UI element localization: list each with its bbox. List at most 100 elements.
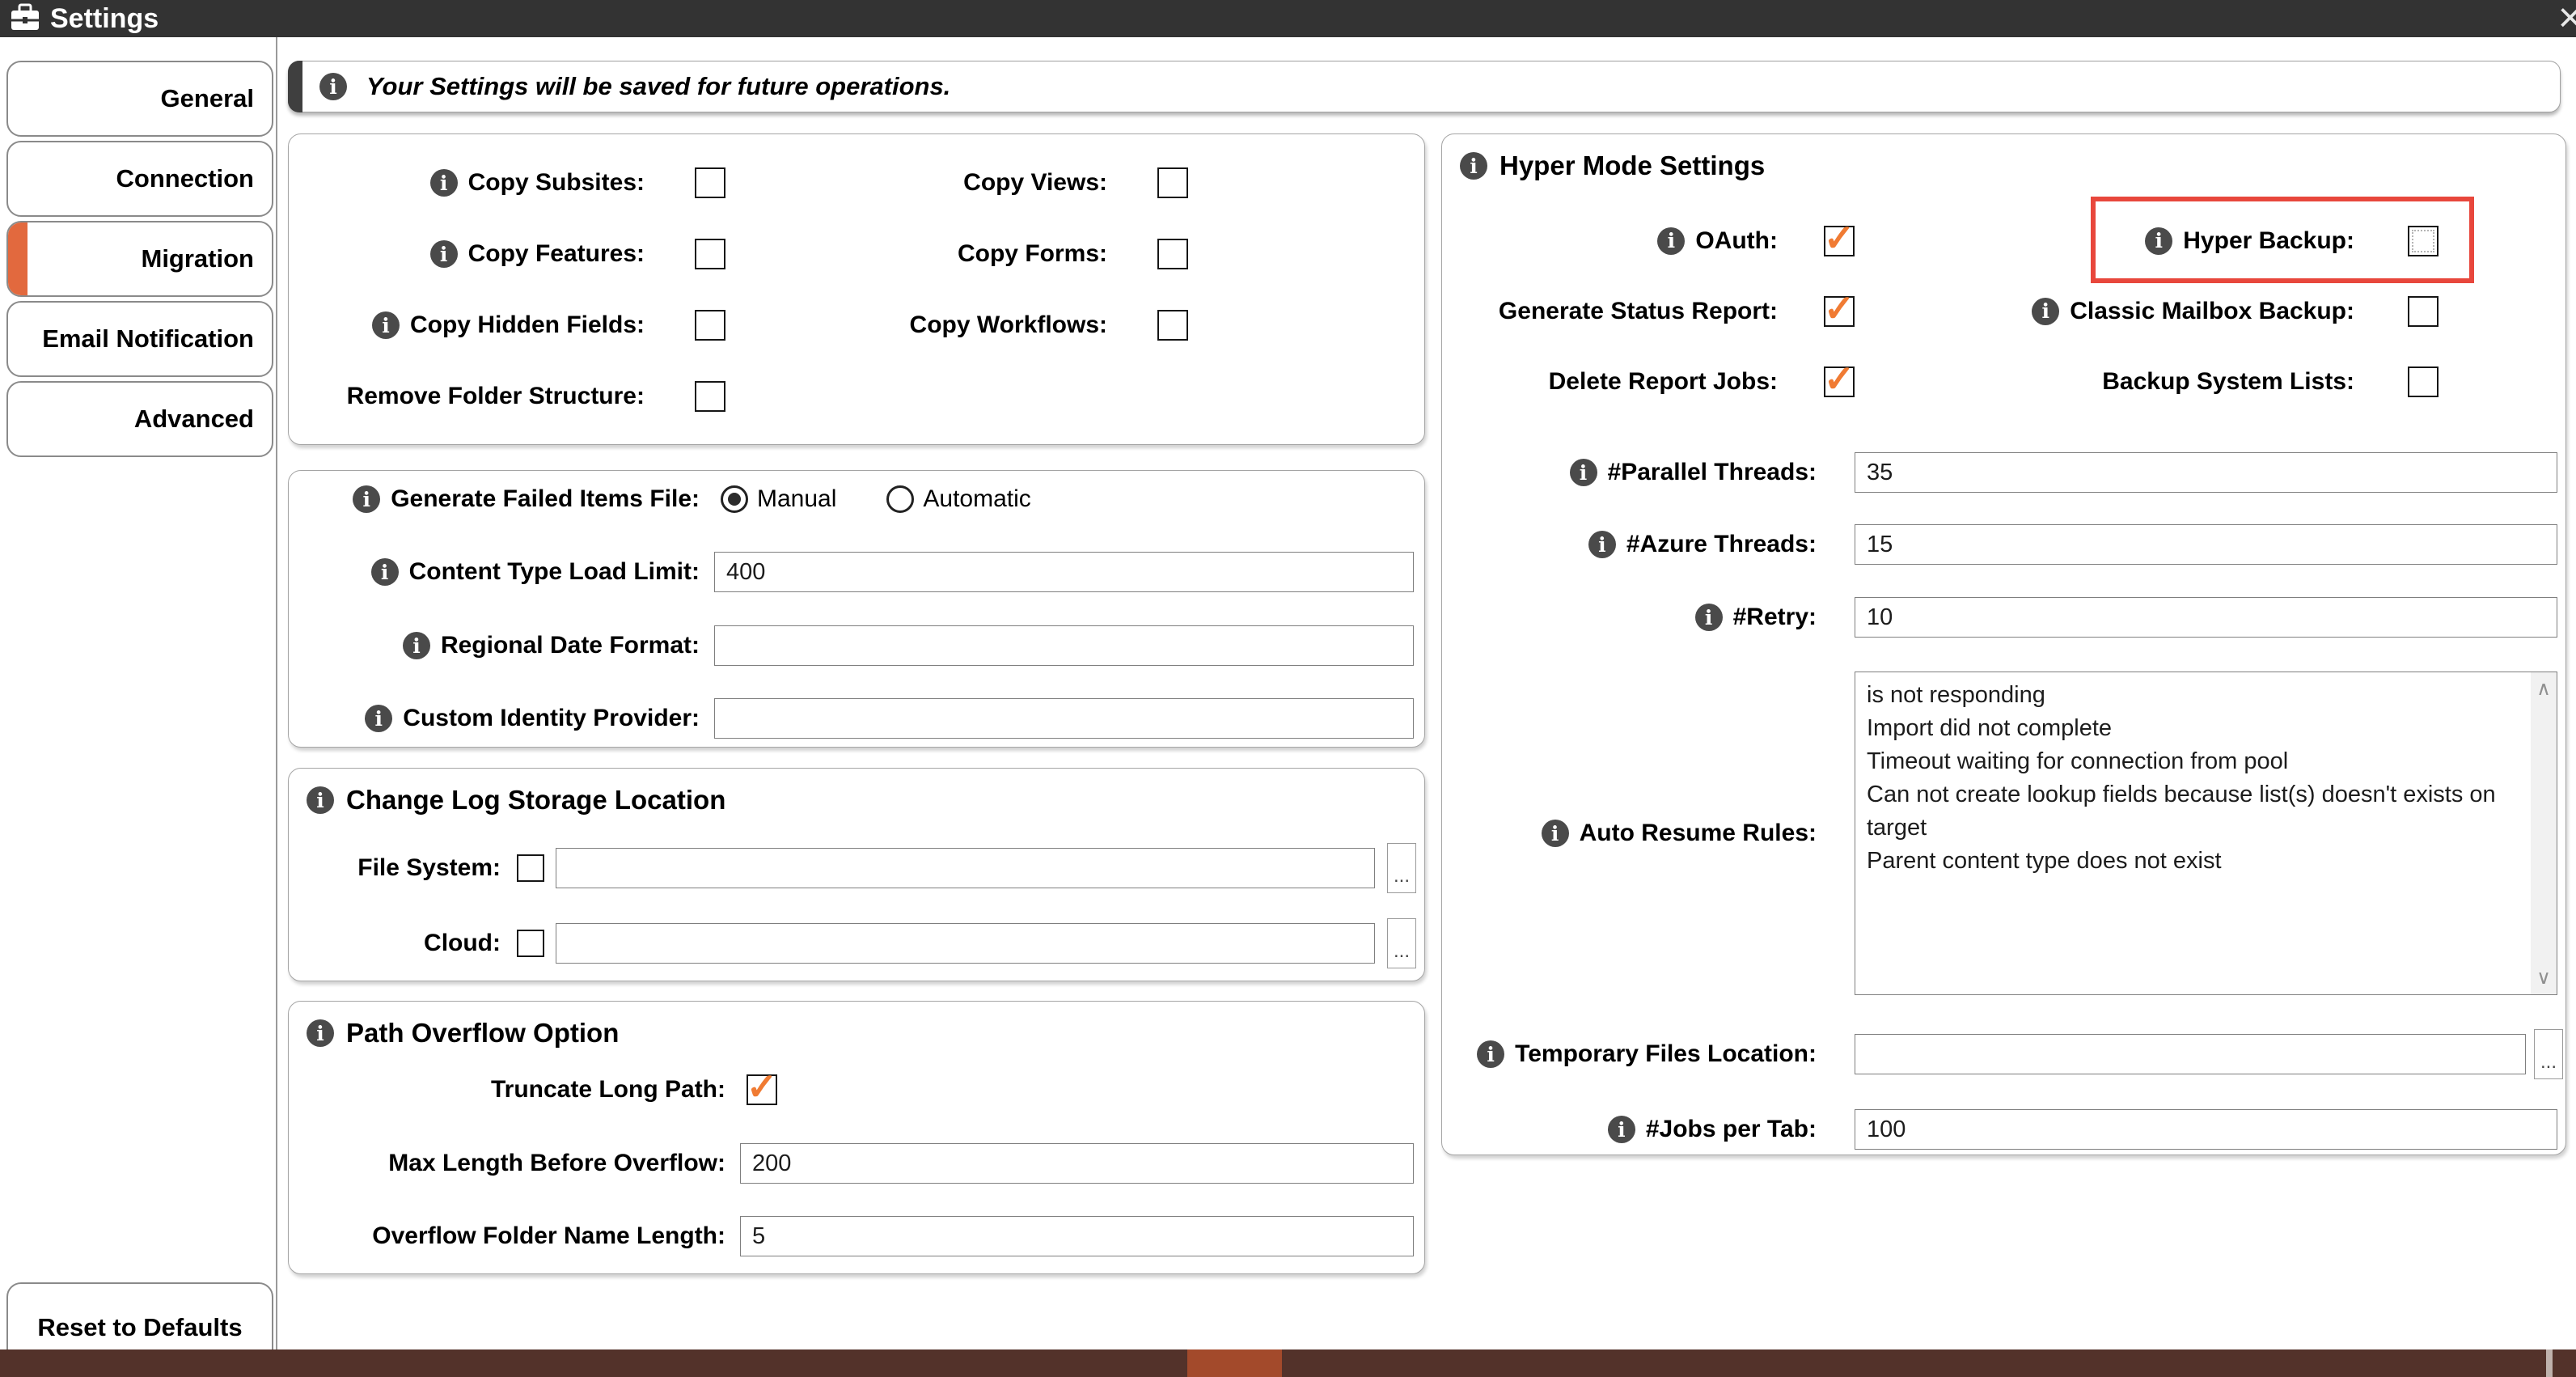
info-icon: i (365, 705, 392, 732)
tab-label: General (161, 84, 254, 113)
azure-threads-input[interactable] (1855, 524, 2557, 565)
change-log-panel: iChange Log Storage Location File System… (288, 768, 1425, 981)
info-icon: i (353, 485, 380, 513)
tab-label: Connection (116, 164, 255, 193)
retry-label: i#Retry: (1442, 604, 1817, 631)
temporary-files-location-input[interactable] (1855, 1034, 2526, 1074)
info-icon: i (1542, 820, 1569, 847)
copy-features-checkbox[interactable] (695, 239, 725, 269)
copy-workflows-label: Copy Workflows: (910, 311, 1107, 339)
sidebar-divider (276, 37, 277, 1349)
path-overflow-panel: iPath Overflow Option Truncate Long Path… (288, 1001, 1425, 1274)
titlebar: Settings × (0, 0, 2576, 37)
info-icon: i (430, 169, 458, 197)
azure-threads-label: i#Azure Threads: (1442, 531, 1817, 558)
info-icon: i (2145, 227, 2172, 255)
auto-resume-rules-textarea[interactable]: is not responding Import did not complet… (1855, 672, 2557, 995)
copy-workflows-checkbox[interactable] (1157, 310, 1188, 341)
file-system-browse-button[interactable]: ... (1387, 843, 1416, 893)
custom-identity-provider-input[interactable] (714, 698, 1414, 739)
info-icon: i (1570, 459, 1597, 486)
copy-hidden-fields-checkbox[interactable] (695, 310, 725, 341)
info-icon: i (371, 558, 399, 586)
info-icon: i (403, 632, 430, 659)
overflow-folder-name-length-input[interactable] (740, 1216, 1414, 1256)
hyper-backup-label: iHyper Backup: (2145, 227, 2354, 255)
info-icon: i (372, 311, 400, 339)
delete-report-jobs-label: Delete Report Jobs: (1549, 368, 1778, 396)
temporary-files-browse-button[interactable]: ... (2534, 1029, 2563, 1079)
custom-identity-provider-label: iCustom Identity Provider: (289, 705, 700, 732)
automatic-radio[interactable] (886, 485, 914, 513)
info-icon: i (430, 240, 458, 268)
hyper-mode-title: iHyper Mode Settings (1460, 150, 1765, 181)
jobs-per-tab-label: i#Jobs per Tab: (1442, 1116, 1817, 1143)
truncate-long-path-checkbox[interactable]: ✓ (747, 1074, 777, 1105)
copy-forms-checkbox[interactable] (1157, 239, 1188, 269)
retry-input[interactable] (1855, 597, 2557, 638)
regional-date-format-input[interactable] (714, 625, 1414, 666)
hyper-mode-panel: iHyper Mode Settings iOAuth: ✓ iHyper Bac… (1441, 133, 2566, 1155)
info-icon: i (1608, 1116, 1635, 1143)
check-mark: ✓ (747, 1068, 778, 1105)
file-system-checkbox[interactable] (517, 854, 544, 882)
file-system-path-input[interactable] (556, 848, 1375, 888)
content-type-load-limit-input[interactable] (714, 552, 1414, 592)
tab-migration[interactable]: Migration (6, 221, 273, 297)
copy-subsites-checkbox[interactable] (695, 167, 725, 198)
info-icon: i (307, 786, 334, 814)
taskbar-strip (0, 1349, 2576, 1377)
max-length-before-overflow-label: Max Length Before Overflow: (289, 1150, 725, 1177)
scroll-up-icon[interactable]: ∧ (2536, 677, 2551, 701)
copy-hidden-fields-label: iCopy Hidden Fields: (372, 311, 645, 339)
tab-email-notification[interactable]: Email Notification (6, 301, 273, 377)
toolbox-icon (10, 3, 40, 36)
info-icon: i (2032, 298, 2059, 325)
max-length-before-overflow-input[interactable] (740, 1143, 1414, 1184)
check-mark: ✓ (1824, 360, 1855, 397)
banner-text: Your Settings will be saved for future o… (366, 72, 950, 101)
check-mark: ✓ (1824, 290, 1855, 327)
window-title: Settings (50, 3, 159, 35)
failed-items-panel: iGenerate Failed Items File: Manual Auto… (288, 470, 1425, 748)
copy-views-checkbox[interactable] (1157, 167, 1188, 198)
backup-system-lists-checkbox[interactable] (2408, 366, 2439, 397)
remove-folder-structure-label: Remove Folder Structure: (347, 383, 645, 410)
check-mark: ✓ (1824, 219, 1855, 256)
copy-features-label: iCopy Features: (430, 240, 645, 268)
copy-forms-label: Copy Forms: (958, 240, 1107, 268)
close-icon[interactable]: × (2558, 0, 2576, 39)
change-log-title: iChange Log Storage Location (307, 785, 725, 816)
scroll-down-icon[interactable]: ∨ (2536, 966, 2551, 989)
backup-system-lists-label: Backup System Lists: (2102, 368, 2354, 396)
temporary-files-location-label: iTemporary Files Location: (1442, 1040, 1817, 1068)
manual-radio[interactable] (721, 485, 748, 513)
overflow-folder-name-length-label: Overflow Folder Name Length: (289, 1222, 725, 1250)
oauth-checkbox[interactable]: ✓ (1824, 226, 1855, 256)
jobs-per-tab-input[interactable] (1855, 1109, 2557, 1150)
generate-failed-items-label: iGenerate Failed Items File: (289, 485, 700, 513)
tab-general[interactable]: General (6, 61, 273, 137)
info-icon: i (1460, 152, 1487, 180)
oauth-label: iOAuth: (1657, 227, 1778, 255)
regional-date-format-label: iRegional Date Format: (289, 632, 700, 659)
generate-status-report-checkbox[interactable]: ✓ (1824, 296, 1855, 327)
cloud-checkbox[interactable] (517, 930, 544, 957)
copy-subsites-label: iCopy Subsites: (430, 169, 645, 197)
cloud-path-input[interactable] (556, 923, 1375, 964)
cloud-label: Cloud: (289, 930, 501, 957)
parallel-threads-label: i#Parallel Threads: (1442, 459, 1817, 486)
hyper-backup-checkbox[interactable] (2408, 226, 2439, 256)
remove-folder-structure-checkbox[interactable] (695, 381, 725, 412)
file-system-label: File System: (289, 854, 501, 882)
delete-report-jobs-checkbox[interactable]: ✓ (1824, 366, 1855, 397)
parallel-threads-input[interactable] (1855, 452, 2557, 493)
tab-connection[interactable]: Connection (6, 141, 273, 217)
textarea-scrollbar[interactable]: ∧ ∨ (2531, 672, 2557, 994)
cloud-browse-button[interactable]: ... (1387, 918, 1416, 968)
info-icon: i (319, 73, 347, 100)
classic-mailbox-backup-checkbox[interactable] (2408, 296, 2439, 327)
tab-advanced[interactable]: Advanced (6, 381, 273, 457)
taskbar-active-segment (1187, 1349, 1282, 1377)
info-icon: i (1657, 227, 1685, 255)
